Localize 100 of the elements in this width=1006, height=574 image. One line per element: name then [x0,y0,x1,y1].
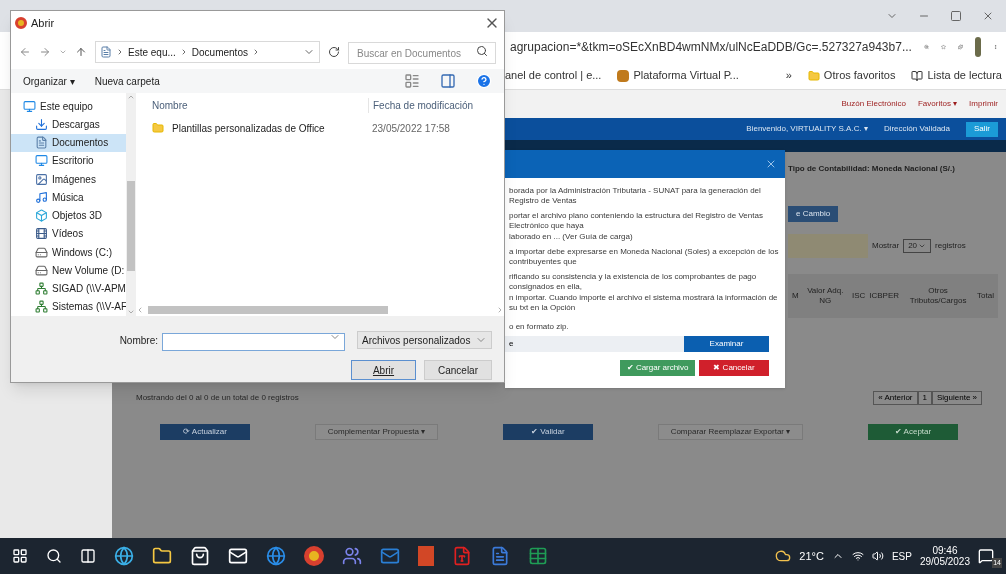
close-icon[interactable] [765,158,777,170]
breadcrumb-item[interactable]: Este equ... [128,44,176,60]
window-title: Abrir [31,15,55,31]
action-button[interactable]: ✔ Validar [502,424,593,440]
nav-item[interactable]: Imágenes [11,170,126,189]
picture-icon [35,172,48,186]
header-link[interactable]: Buzón Electrónico [841,98,906,110]
network-drive-icon [35,300,48,314]
folder-icon[interactable] [152,546,172,566]
upload-button[interactable]: ✔ Cargar archivo [620,360,695,376]
nav-item[interactable]: Windows (C:) [11,243,126,262]
forward-icon[interactable] [39,46,51,58]
scroll-down-icon[interactable] [127,308,135,316]
speaker-icon[interactable] [871,550,884,562]
help-icon[interactable] [476,73,492,89]
column-header: Valor Adq. NG [806,286,845,306]
download-icon [35,117,48,131]
close-icon[interactable] [982,10,994,22]
mail-icon[interactable] [228,546,248,566]
browser-logo-icon [15,17,27,29]
clock-date[interactable]: 29/05/2023 [919,556,970,567]
start-icon[interactable] [12,548,28,564]
nav-item[interactable]: Vídeos [11,224,126,243]
profile-avatar[interactable] [974,37,981,57]
file-type-select[interactable]: Archivos personalizados [357,331,492,349]
recent-locations-icon[interactable] [59,48,67,56]
preview-pane-icon[interactable] [440,73,456,89]
browse-button[interactable]: Examinar [684,336,769,352]
action-button[interactable]: ⟳ Actualizar [160,424,250,440]
nav-item[interactable]: Sistemas (\\V-AF [11,297,126,316]
refresh-icon[interactable] [328,46,340,58]
nav-item[interactable]: New Volume (D: [11,261,126,280]
file-row[interactable]: Plantillas personalizadas de Office 23/05/2022 17:58 [136,117,504,139]
folder-icon [807,69,820,82]
notifications-icon[interactable] [978,548,994,564]
spreadsheet-icon[interactable] [528,546,548,566]
view-options-icon[interactable] [404,73,420,89]
scrollbar[interactable] [126,93,136,316]
address-bar[interactable]: agrupacion=*&tkm=oSEcXnBD4wmNMx/ulNcEaDDB/Gc=.527327a943b7... [510,38,912,56]
exchange-button[interactable]: e Cambio [788,206,839,222]
bookmark-link[interactable]: anel de control | e... [505,67,602,84]
browser-icon[interactable] [114,546,134,566]
action-button[interactable]: Comparar Reemplazar Exportar ▾ [657,424,804,440]
search-field[interactable]: Buscar en Documentos [348,42,496,65]
open-button[interactable]: Abrir [351,360,416,380]
user-menu[interactable]: Bienvenido, VIRTUALITY S.A.C. ▾ [746,123,868,135]
document-icon [100,46,112,58]
document-icon[interactable] [452,546,472,566]
reading-list-button[interactable]: Lista de lectura [911,67,1002,84]
file-path-field[interactable]: e [505,336,684,352]
cancel-button[interactable]: ✖ Cancelar [699,360,769,376]
task-view-icon[interactable] [80,548,96,564]
new-folder-button[interactable]: Nueva carpeta [94,73,160,89]
horizontal-scroll-thumb[interactable] [148,305,388,314]
action-button[interactable]: ✔ Aceptar [868,424,958,440]
chat-icon[interactable] [342,546,362,566]
nav-item[interactable]: Documentos [11,133,126,152]
accounting-type-label: Tipo de Contabilidad: Moneda Nacional (S/.) [788,164,956,174]
scroll-right-icon[interactable] [496,305,504,314]
bookmark-link[interactable]: Plataforma Virtual P... [617,67,739,84]
store-icon[interactable] [190,546,210,566]
up-icon[interactable] [75,46,87,58]
column-header: Total [977,291,994,301]
address-field[interactable]: Este equ... Documentos [95,41,320,63]
page-size-select[interactable]: 20 [903,239,932,253]
document-icon[interactable] [490,546,510,566]
column-header[interactable]: Fecha de modificación [368,97,474,113]
nav-item[interactable]: Escritorio [11,151,126,170]
header-link[interactable]: Favoritos ▾ [918,98,958,110]
scroll-left-icon[interactable] [136,305,144,314]
drive-icon [35,263,48,277]
network-icon[interactable] [851,550,864,562]
cancel-button[interactable]: Cancelar [424,360,492,380]
column-header[interactable]: Nombre [136,97,368,113]
nav-item[interactable]: Música [11,188,126,207]
scroll-up-icon[interactable] [127,93,135,101]
scroll-thumb[interactable] [127,181,135,271]
more-bookmarks-button[interactable]: » [785,67,792,84]
filename-field[interactable] [162,332,345,351]
back-icon[interactable] [19,46,31,58]
nav-item[interactable]: SIGAD (\\V-APM [11,279,126,298]
browser-icon[interactable] [304,546,324,566]
page-number-button[interactable]: 1 [917,391,932,405]
previous-page-button[interactable]: « Anterior [873,391,918,405]
modal-text: laborado en ... (Ver Guía de carga) [509,232,634,242]
nav-item[interactable]: Este equipo [11,97,126,116]
maximize-icon[interactable] [950,10,962,22]
records-label: registros [935,240,966,252]
browser-icon[interactable] [266,546,286,566]
search-icon[interactable] [46,548,62,564]
nav-item[interactable]: Descargas [11,115,126,134]
next-page-button[interactable]: Siguiente » [931,391,982,405]
breadcrumb-item[interactable]: Documentos [191,44,248,60]
nav-item[interactable]: Objetos 3D [11,206,126,225]
language-label[interactable]: ESP [891,548,912,564]
clock-time[interactable]: 09:46 [932,545,958,556]
organize-button[interactable]: Organizar ▾ [23,73,75,89]
action-button[interactable]: Complementar Propuesta ▾ [314,424,439,440]
header-link[interactable]: Imprimir [969,98,998,110]
bookmark-folder[interactable]: Otros favoritos [807,67,896,84]
